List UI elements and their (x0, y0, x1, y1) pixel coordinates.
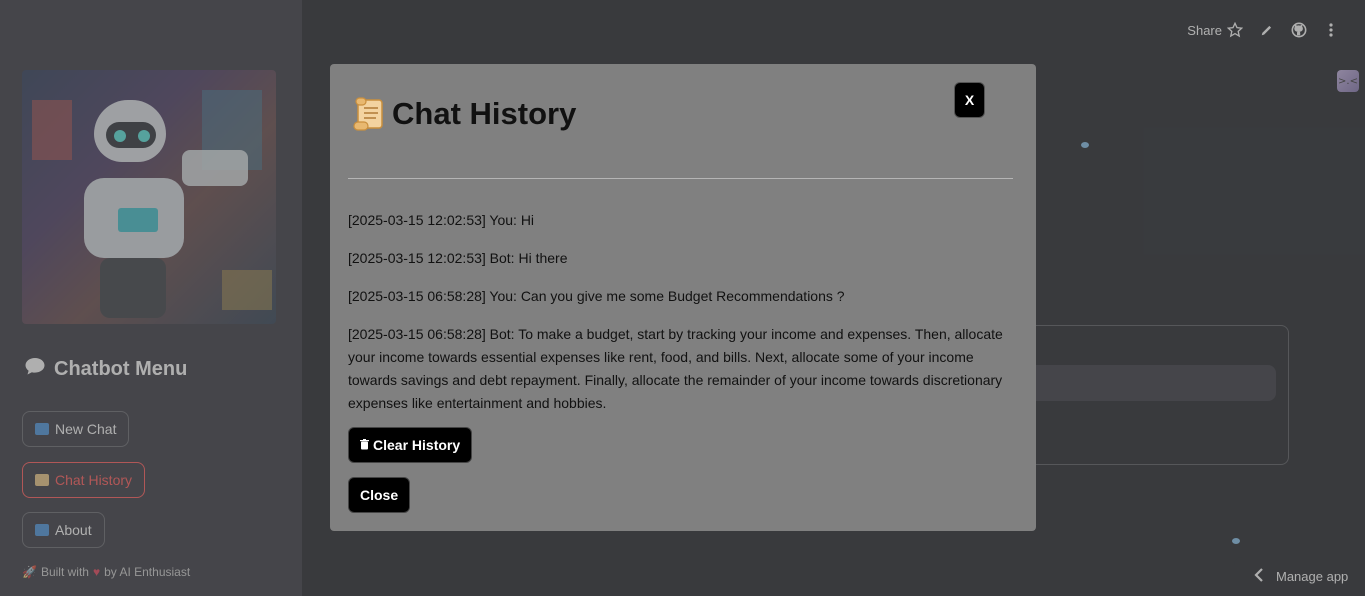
history-message: [2025-03-15 12:02:53] You: Hi (348, 212, 535, 228)
scroll-icon (352, 96, 386, 132)
close-icon-button[interactable]: X (954, 82, 985, 118)
history-message: [2025-03-15 06:58:28] Bot: To make a bud… (348, 326, 1003, 411)
chat-history-list: [2025-03-15 12:02:53] You: Hi [2025-03-1… (348, 209, 1008, 430)
modal-title: Chat History (352, 96, 576, 132)
history-message: [2025-03-15 12:02:53] Bot: Hi there (348, 250, 568, 266)
divider (348, 178, 1013, 179)
history-message: [2025-03-15 06:58:28] You: Can you give … (348, 288, 845, 304)
close-button[interactable]: Close (348, 477, 411, 513)
trash-icon (360, 437, 369, 453)
chat-history-modal: Chat History X [2025-03-15 12:02:53] You… (330, 64, 1036, 531)
clear-history-button[interactable]: Clear History (348, 427, 473, 463)
